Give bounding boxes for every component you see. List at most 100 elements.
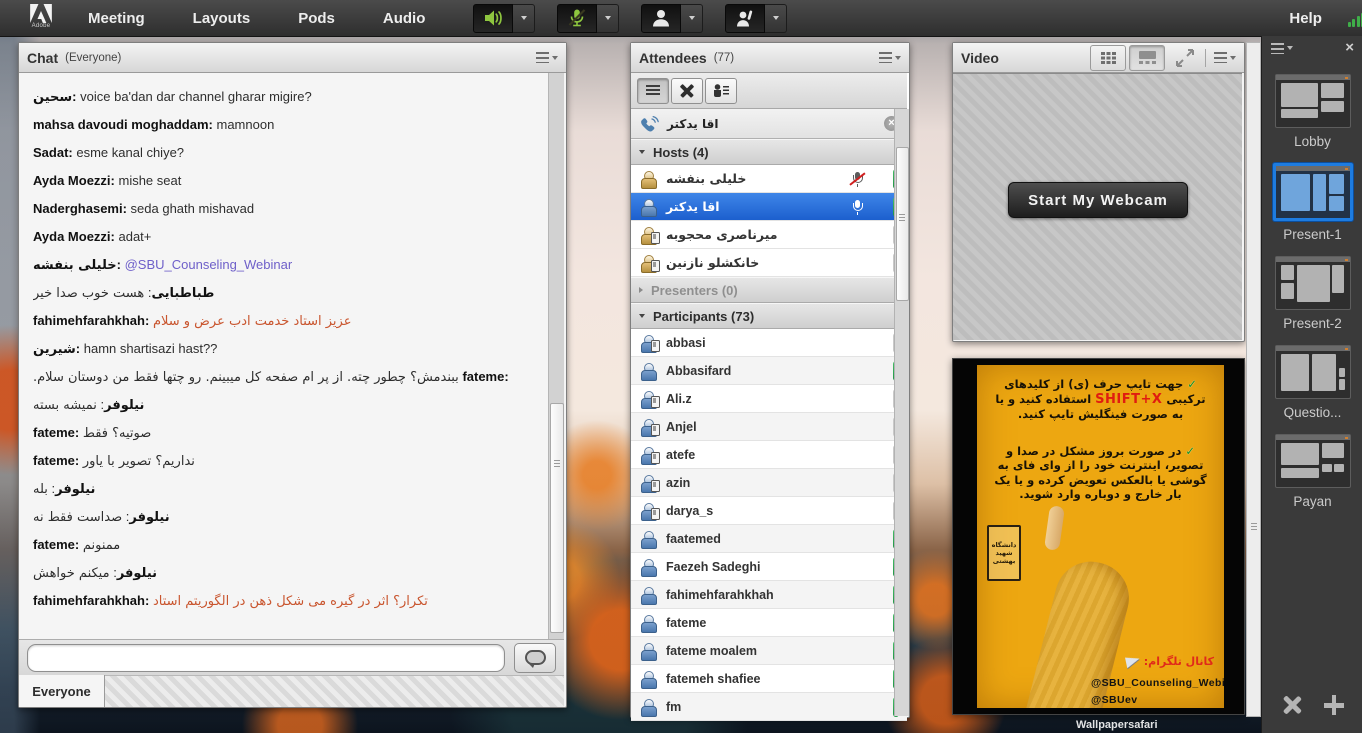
raise-hand-button[interactable] bbox=[725, 4, 765, 33]
layout-item-questio[interactable]: Questio... bbox=[1262, 345, 1362, 420]
layouts-sidebar: × Lobby Present-1 Present-2 Questio... Payan bbox=[1261, 36, 1362, 733]
chat-pod-header: Chat (Everyone) bbox=[19, 43, 566, 73]
attendee-person-icon bbox=[640, 671, 657, 687]
start-webcam-button[interactable]: Start My Webcam bbox=[1008, 182, 1188, 218]
layout-item-payan[interactable]: Payan bbox=[1262, 434, 1362, 509]
chat-scrollbar-thumb[interactable] bbox=[550, 403, 564, 633]
participant-row[interactable]: faatemed bbox=[631, 525, 907, 553]
check-icon: ✓ bbox=[1187, 377, 1197, 391]
attendee-device-icon bbox=[640, 419, 657, 435]
layout-thumbnail[interactable] bbox=[1275, 345, 1351, 399]
connection-signal-icon[interactable] bbox=[1348, 10, 1362, 27]
webcam-icon bbox=[650, 7, 672, 29]
video-pod-title: Video bbox=[961, 50, 999, 66]
telegram-handle-1: @SBU_Counseling_Webinar bbox=[1091, 677, 1224, 689]
participant-row[interactable]: azin bbox=[631, 469, 907, 497]
attendee-person-icon bbox=[640, 171, 657, 187]
fullscreen-icon[interactable] bbox=[1175, 48, 1195, 68]
participant-row[interactable]: fatemeh shafiee bbox=[631, 665, 907, 693]
participant-row[interactable]: fateme moalem bbox=[631, 637, 907, 665]
active-speaker-name: اقا یدکتر bbox=[667, 117, 718, 131]
chat-scrollbar[interactable] bbox=[548, 73, 564, 639]
presenters-section-header[interactable]: Presenters (0) bbox=[631, 277, 907, 303]
attendee-person-icon bbox=[640, 363, 657, 379]
attendee-name: atefe bbox=[666, 448, 695, 462]
layout-item-lobby[interactable]: Lobby bbox=[1262, 74, 1362, 149]
menu-meeting[interactable]: Meeting bbox=[88, 10, 145, 27]
participants-section-header[interactable]: Participants (73) bbox=[631, 303, 907, 329]
speech-bubble-icon bbox=[525, 650, 546, 665]
breakout-x-icon bbox=[680, 84, 694, 98]
chat-message: شیرین: hamn shartisazi hast?? bbox=[33, 335, 544, 363]
webcam-button[interactable] bbox=[641, 4, 681, 33]
sidebar-close-icon[interactable]: × bbox=[1345, 41, 1354, 55]
layout-thumbnail[interactable] bbox=[1275, 74, 1351, 128]
attendee-status-view-button[interactable] bbox=[705, 78, 737, 104]
participant-row[interactable]: fm bbox=[631, 693, 907, 721]
host-row[interactable]: اقا یدکتر bbox=[631, 193, 907, 221]
chat-message: ببندمش؟ چطور چته. از پر ام صفحه کل میبین… bbox=[33, 363, 544, 391]
host-row[interactable]: خانکشلو نازنین bbox=[631, 249, 907, 277]
attendees-pod-options-icon[interactable] bbox=[879, 52, 901, 63]
speaker-dropdown-button[interactable] bbox=[513, 4, 535, 33]
speaker-button[interactable] bbox=[473, 4, 513, 33]
microphone-dropdown-button[interactable] bbox=[597, 4, 619, 33]
host-row[interactable]: میرناصری محجوبه bbox=[631, 221, 907, 249]
wallpaper-watermark: Wallpapersafari bbox=[1076, 719, 1158, 731]
menu-layouts[interactable]: Layouts bbox=[193, 10, 251, 27]
attendee-device-icon bbox=[640, 503, 657, 519]
attendee-device-icon bbox=[640, 447, 657, 463]
hosts-section-header[interactable]: Hosts (4) bbox=[631, 139, 907, 165]
tab-everyone[interactable]: Everyone bbox=[19, 675, 105, 707]
chat-message: خلیلی بنفشه: @SBU_Counseling_Webinar bbox=[33, 251, 544, 279]
attendee-name: اقا یدکتر bbox=[666, 199, 720, 214]
video-pod-options-icon[interactable] bbox=[1214, 52, 1236, 63]
add-layout-icon[interactable] bbox=[1324, 695, 1344, 715]
help-menu[interactable]: Help bbox=[1289, 10, 1322, 27]
webcam-dropdown-button[interactable] bbox=[681, 4, 703, 33]
host-row[interactable]: خلیلی بنفشه bbox=[631, 165, 907, 193]
chat-message: بله :نیلوفر bbox=[33, 475, 544, 503]
status-dropdown-button[interactable] bbox=[765, 4, 787, 33]
participant-row[interactable]: atefe bbox=[631, 441, 907, 469]
manage-layouts-tools-icon[interactable] bbox=[1282, 695, 1302, 715]
participant-row[interactable]: abbasi bbox=[631, 329, 907, 357]
chat-input-row bbox=[19, 639, 564, 675]
microphone-icon bbox=[851, 200, 863, 215]
layout-thumbnail[interactable] bbox=[1275, 434, 1351, 488]
menu-audio[interactable]: Audio bbox=[383, 10, 426, 27]
sidebar-options-icon[interactable] bbox=[1271, 43, 1284, 54]
attendees-scrollbar[interactable] bbox=[894, 109, 909, 716]
participant-row[interactable]: Abbasifard bbox=[631, 357, 907, 385]
participant-row[interactable]: fateme bbox=[631, 609, 907, 637]
attendee-device-icon bbox=[640, 475, 657, 491]
video-grid-view-button[interactable] bbox=[1090, 45, 1126, 71]
speaker-icon bbox=[482, 7, 504, 29]
layout-item-present1[interactable]: Present-1 bbox=[1262, 163, 1362, 242]
video-filmstrip-view-button[interactable] bbox=[1129, 45, 1165, 71]
breakout-view-button[interactable] bbox=[671, 78, 703, 104]
chat-tab-filler bbox=[105, 675, 564, 707]
share-area-scrollbar[interactable] bbox=[1246, 42, 1261, 717]
video-preview-area: Start My Webcam bbox=[953, 73, 1242, 340]
layout-item-present2[interactable]: Present-2 bbox=[1262, 256, 1362, 331]
attendee-name: fahimehfarahkhah bbox=[666, 588, 774, 602]
participant-row[interactable]: darya_s bbox=[631, 497, 907, 525]
attendees-count: (77) bbox=[714, 52, 734, 64]
attendee-list-view-button[interactable] bbox=[637, 78, 669, 104]
participant-row[interactable]: Faezeh Sadeghi bbox=[631, 553, 907, 581]
participant-row[interactable]: Ali.z bbox=[631, 385, 907, 413]
attendee-name: Abbasifard bbox=[666, 364, 731, 378]
attendee-name: fatemeh shafiee bbox=[666, 672, 760, 686]
participants-list: abbasi Abbasifard Ali.zAnjel atefe azindarya… bbox=[631, 329, 907, 721]
participant-row[interactable]: fahimehfarahkhah bbox=[631, 581, 907, 609]
participant-row[interactable]: Anjel bbox=[631, 413, 907, 441]
chat-input[interactable] bbox=[27, 644, 505, 672]
chat-pod-options-icon[interactable] bbox=[536, 52, 558, 63]
layout-thumbnail[interactable] bbox=[1273, 163, 1353, 221]
microphone-button[interactable] bbox=[557, 4, 597, 33]
attendees-scrollbar-thumb[interactable] bbox=[896, 147, 909, 301]
send-message-button[interactable] bbox=[514, 643, 556, 673]
menu-pods[interactable]: Pods bbox=[298, 10, 335, 27]
layout-thumbnail[interactable] bbox=[1275, 256, 1351, 310]
